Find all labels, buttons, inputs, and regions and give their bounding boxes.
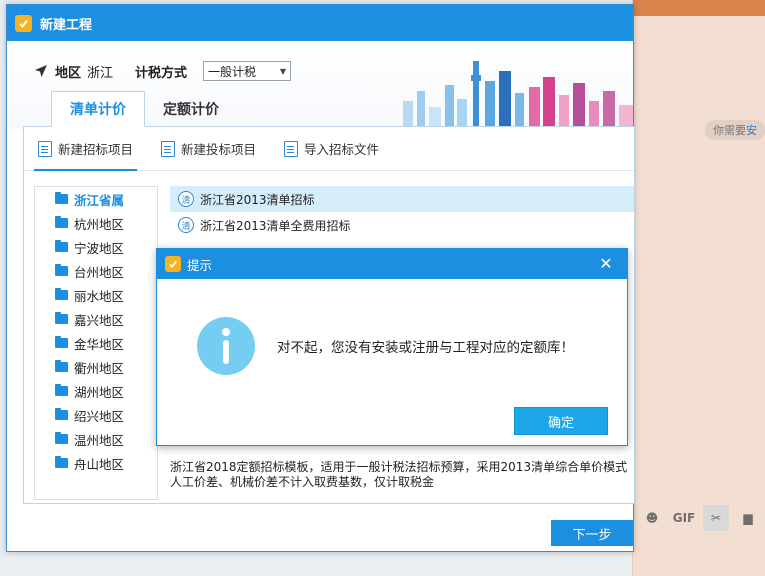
template-description: 浙江省2018定额招标模板，适用于一般计税法招标预算，采用2013清单综合单价模… (170, 460, 630, 490)
app-logo-icon (15, 14, 32, 32)
folder-icon (55, 432, 68, 444)
region-item[interactable]: 湖州地区 (35, 379, 157, 403)
region-item-label: 嘉兴地区 (74, 312, 125, 328)
folder-icon (55, 336, 68, 348)
folder-icon (55, 408, 68, 420)
chat-bubble-link[interactable]: 安 (746, 124, 757, 137)
chat-bubble-text: 你需要 (713, 124, 746, 137)
new-bid-project-button[interactable]: 新建投标项目 (147, 127, 270, 171)
region-item[interactable]: 温州地区 (35, 427, 157, 451)
region-item-label: 衢州地区 (74, 360, 125, 376)
region-tax-row: 地区 浙江 计税方式 一般计税 ▼ (33, 61, 292, 81)
city-skyline-icon (403, 61, 633, 129)
document-icon (161, 140, 176, 157)
region-item-label: 金华地区 (74, 336, 125, 352)
alert-message: 对不起，您没有安装或注册与工程对应的定额库！ (277, 340, 574, 356)
folder-icon (55, 240, 68, 252)
location-arrow-icon (35, 65, 47, 77)
region-item[interactable]: 衢州地区 (35, 355, 157, 379)
region-item-label: 温州地区 (74, 432, 125, 448)
folder-icon[interactable]: ▆ (735, 505, 761, 531)
region-item[interactable]: 宁波地区 (35, 235, 157, 259)
pricing-tabs: 清单计价 定额计价 (51, 91, 237, 127)
document-icon (38, 140, 52, 157)
folder-icon (55, 288, 68, 300)
region-item[interactable]: 台州地区 (35, 259, 157, 283)
folder-icon (55, 216, 68, 228)
info-icon (197, 317, 255, 375)
region-item-label: 舟山地区 (74, 456, 125, 472)
new-tender-project-button[interactable]: 新建招标项目 (24, 127, 147, 171)
chat-panel: 你需要安 ☻ GIF ✂ ▆ (632, 0, 765, 576)
region-item-label: 宁波地区 (74, 240, 125, 256)
chevron-down-icon: ▼ (279, 66, 287, 76)
folder-icon (55, 192, 68, 204)
tab-quota-pricing[interactable]: 定额计价 (145, 91, 237, 127)
next-button[interactable]: 下一步 (551, 520, 633, 546)
tax-method-label: 计税方式 (135, 65, 188, 81)
region-item-label: 杭州地区 (74, 216, 125, 232)
folder-icon (55, 360, 68, 372)
toolbar-label: 新建招标项目 (58, 142, 134, 157)
region-item-label: 湖州地区 (74, 384, 125, 400)
region-item[interactable]: 舟山地区 (35, 451, 157, 475)
alert-title-bar[interactable]: 提示 ✕ (157, 249, 627, 279)
close-icon[interactable]: ✕ (597, 254, 615, 273)
template-item[interactable]: 清浙江省2013清单招标 (170, 186, 634, 212)
import-tender-file-button[interactable]: 导入招标文件 (270, 127, 393, 171)
folder-icon (55, 312, 68, 324)
chat-topbar (633, 0, 765, 16)
chat-system-bubble: 你需要安 (705, 120, 765, 140)
region-item[interactable]: 嘉兴地区 (35, 307, 157, 331)
bill-template-icon: 清 (178, 191, 194, 207)
scissors-icon[interactable]: ✂ (703, 505, 729, 531)
region-value[interactable]: 浙江 (87, 62, 113, 81)
emoji-icon[interactable]: ☻ (639, 505, 665, 531)
import-document-icon (284, 140, 299, 157)
dialog-title-bar[interactable]: 新建工程 (7, 5, 633, 41)
folder-icon (55, 384, 68, 396)
tax-method-select[interactable]: 一般计税 ▼ (203, 61, 292, 81)
tab-bill-pricing[interactable]: 清单计价 (51, 91, 145, 127)
folder-icon (55, 456, 68, 468)
region-item-label: 丽水地区 (74, 288, 125, 304)
ok-button[interactable]: 确定 (514, 407, 608, 435)
bill-template-icon: 清 (178, 217, 194, 233)
app-logo-icon (165, 256, 181, 272)
region-item-label: 台州地区 (74, 264, 125, 280)
tax-method-value: 一般计税 (208, 64, 257, 79)
template-label: 浙江省2013清单全费用招标 (200, 218, 351, 233)
region-item[interactable]: 杭州地区 (35, 211, 157, 235)
region-item-label: 浙江省属 (74, 192, 125, 208)
region-label: 地区 (55, 65, 82, 81)
template-item[interactable]: 清浙江省2013清单全费用招标 (170, 212, 634, 238)
region-item[interactable]: 金华地区 (35, 331, 157, 355)
project-toolbar: 新建招标项目 新建投标项目 导入招标文件 (24, 127, 634, 171)
chat-toolbar: ☻ GIF ✂ ▆ (633, 503, 765, 533)
toolbar-label: 导入招标文件 (304, 142, 380, 157)
description-line: 人工价差、机械价差不计入取费基数，仅计取税金 (170, 475, 435, 489)
dialog-title: 新建工程 (40, 17, 93, 33)
region-item[interactable]: 绍兴地区 (35, 403, 157, 427)
region-tree: 浙江省属杭州地区宁波地区台州地区丽水地区嘉兴地区金华地区衢州地区湖州地区绍兴地区… (34, 186, 158, 500)
toolbar-label: 新建投标项目 (181, 142, 257, 157)
gif-icon[interactable]: GIF (671, 505, 697, 531)
folder-icon (55, 264, 68, 276)
description-line: 浙江省2018定额招标模板，适用于一般计税法招标预算，采用2013清单综合单价模… (170, 460, 628, 474)
template-label: 浙江省2013清单招标 (200, 192, 315, 207)
alert-dialog: 提示 ✕ 对不起，您没有安装或注册与工程对应的定额库！ 确定 (156, 248, 628, 446)
region-item[interactable]: 浙江省属 (35, 187, 157, 211)
alert-title: 提示 (187, 257, 213, 273)
region-item-label: 绍兴地区 (74, 408, 125, 424)
region-item[interactable]: 丽水地区 (35, 283, 157, 307)
